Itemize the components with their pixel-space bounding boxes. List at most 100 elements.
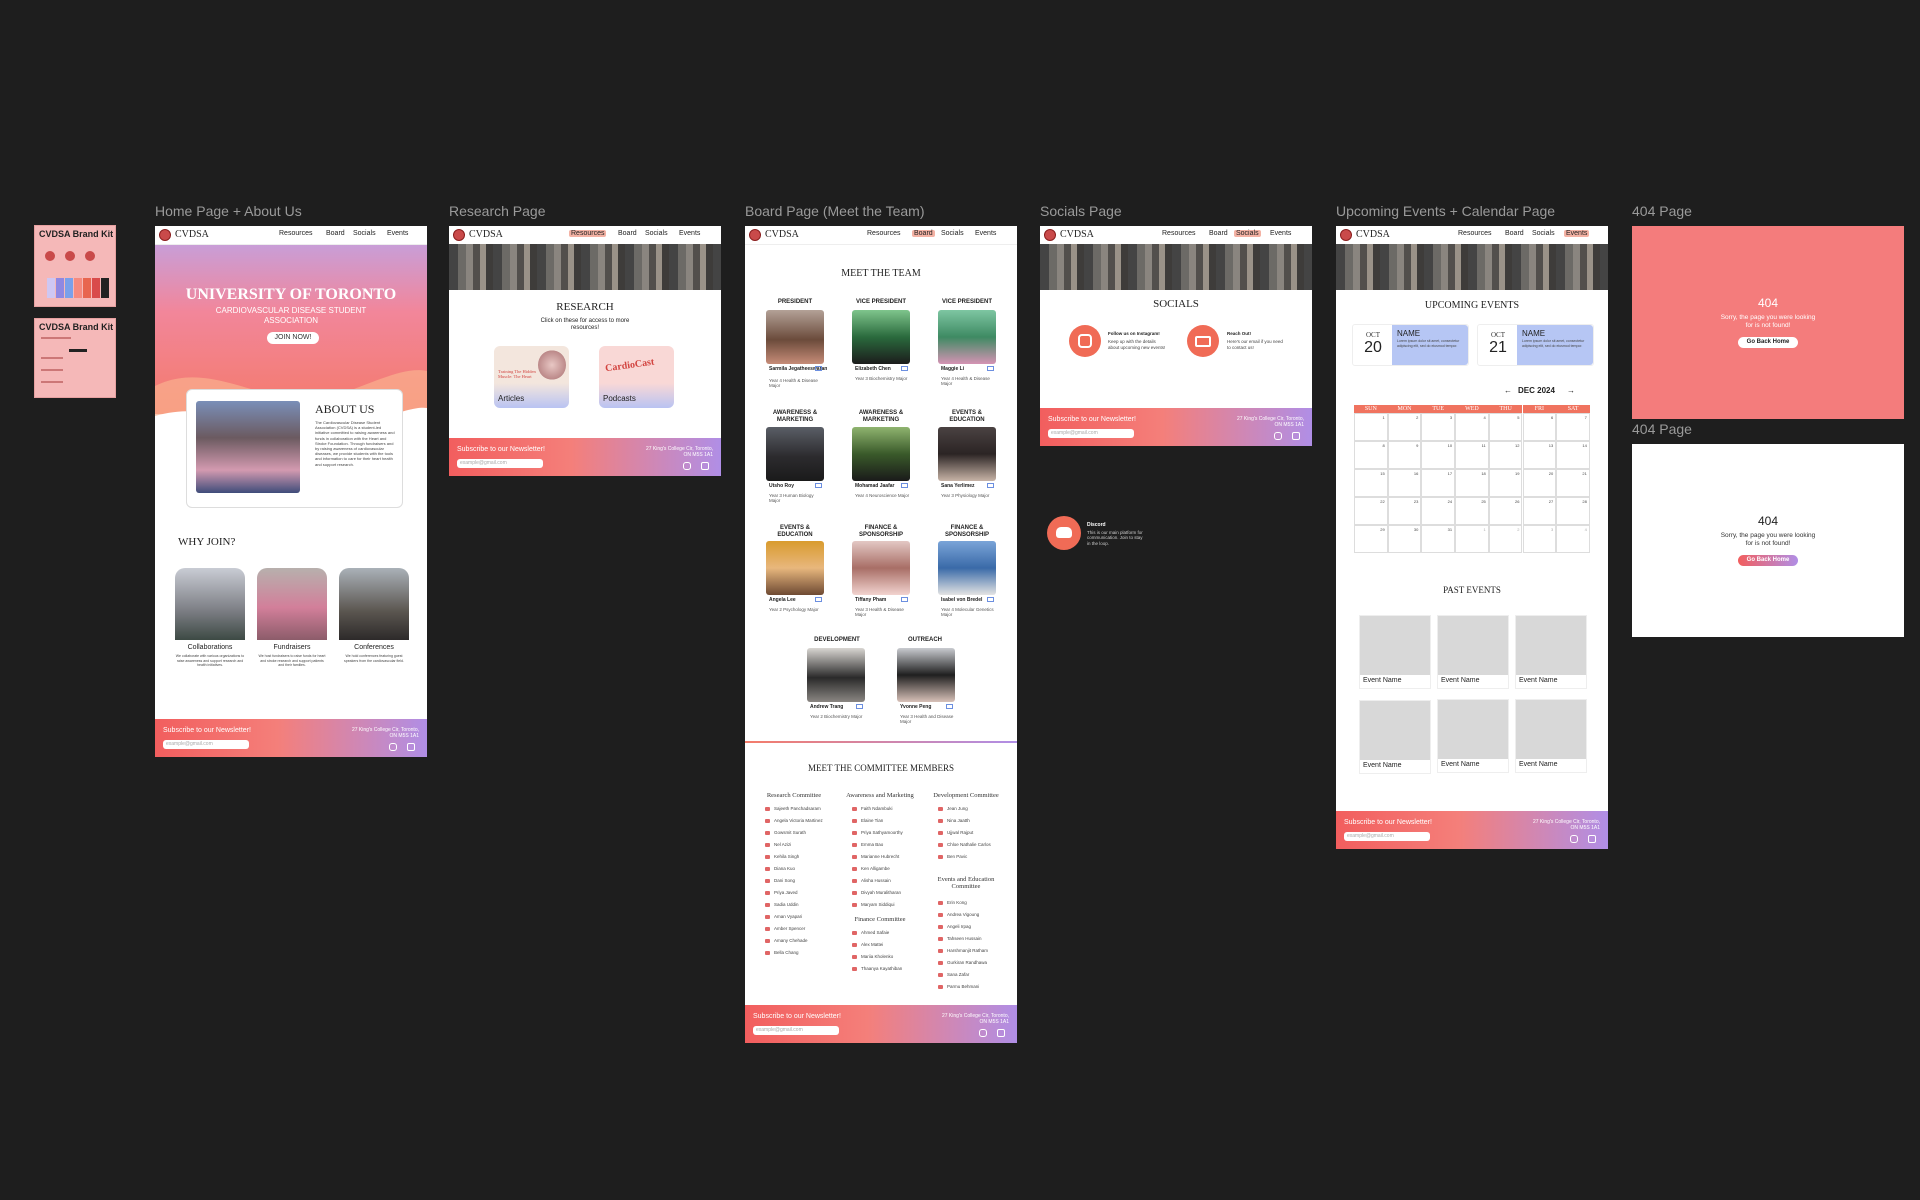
404-page-frame[interactable]: 404 Sorry, the page you were looking for… bbox=[1632, 444, 1904, 637]
calendar-day-cell[interactable]: 16 bbox=[1387, 469, 1422, 497]
upcoming-event-card[interactable]: OCT 21 NAME Lorem ipsum dolor sit amet, … bbox=[1477, 324, 1594, 366]
mail-icon[interactable] bbox=[815, 597, 822, 602]
instagram-icon[interactable] bbox=[683, 462, 691, 470]
past-event-card[interactable]: Event Name bbox=[1359, 615, 1431, 689]
calendar-day-cell[interactable]: 23 bbox=[1387, 497, 1422, 525]
mail-icon[interactable] bbox=[407, 743, 415, 751]
mail-icon[interactable] bbox=[901, 483, 908, 488]
nav-events[interactable]: Events bbox=[973, 230, 998, 237]
nav-events[interactable]: Events bbox=[385, 230, 410, 237]
discord-icon[interactable] bbox=[1047, 516, 1081, 550]
nav-socials[interactable]: Socials bbox=[1530, 230, 1557, 237]
nav-resources[interactable]: Resources bbox=[865, 230, 902, 237]
frame-label-board[interactable]: Board Page (Meet the Team) bbox=[745, 203, 925, 219]
calendar-day-cell[interactable]: 26 bbox=[1488, 497, 1523, 525]
calendar-day-cell[interactable]: 22 bbox=[1354, 497, 1388, 525]
brand-name[interactable]: CVDSA bbox=[1356, 229, 1390, 240]
calendar-day-cell[interactable]: 10 bbox=[1421, 441, 1456, 469]
past-event-card[interactable]: Event Name bbox=[1515, 699, 1587, 773]
brand-name[interactable]: CVDSA bbox=[469, 229, 503, 240]
join-button[interactable]: JOIN NOW! bbox=[267, 332, 319, 344]
mail-icon[interactable] bbox=[901, 597, 908, 602]
go-home-button[interactable]: Go Back Home bbox=[1738, 555, 1798, 566]
past-event-card[interactable]: Event Name bbox=[1515, 615, 1587, 689]
calendar-day-cell[interactable]: 8 bbox=[1354, 441, 1388, 469]
socials-page-frame[interactable]: CVDSA Resources Board Socials Events SOC… bbox=[1040, 226, 1312, 446]
logo-icon[interactable] bbox=[453, 229, 465, 241]
instagram-icon[interactable] bbox=[389, 743, 397, 751]
mail-icon[interactable] bbox=[1588, 835, 1596, 843]
calendar-day-cell[interactable]: 9 bbox=[1387, 441, 1422, 469]
calendar-day-cell[interactable]: 14 bbox=[1556, 441, 1590, 469]
past-event-card[interactable]: Event Name bbox=[1437, 699, 1509, 773]
calendar-day-cell[interactable]: 31 bbox=[1421, 525, 1456, 553]
logo-icon[interactable] bbox=[1044, 229, 1056, 241]
nav-socials[interactable]: Socials bbox=[1234, 230, 1261, 237]
calendar-next-button[interactable]: → bbox=[1567, 386, 1575, 395]
go-home-button[interactable]: Go Back Home bbox=[1738, 337, 1798, 348]
calendar-day-cell[interactable]: 30 bbox=[1387, 525, 1422, 553]
newsletter-input[interactable]: example@gmail.com bbox=[753, 1026, 839, 1035]
mail-icon[interactable] bbox=[987, 483, 994, 488]
instagram-icon[interactable] bbox=[1570, 835, 1578, 843]
home-page-frame[interactable]: CVDSA Resources Board Socials Events UNI… bbox=[155, 226, 427, 757]
nav-socials[interactable]: Socials bbox=[351, 230, 378, 237]
frame-label-socials[interactable]: Socials Page bbox=[1040, 203, 1122, 219]
mail-icon[interactable] bbox=[901, 366, 908, 371]
frame-label-404[interactable]: 404 Page bbox=[1632, 421, 1692, 437]
mail-icon[interactable] bbox=[856, 704, 863, 709]
calendar-day-cell[interactable]: 4 bbox=[1455, 413, 1489, 441]
calendar-day-cell[interactable]: 29 bbox=[1354, 525, 1388, 553]
calendar-day-cell[interactable]: 15 bbox=[1354, 469, 1388, 497]
frame-label-events[interactable]: Upcoming Events + Calendar Page bbox=[1336, 203, 1555, 219]
calendar-day-cell[interactable]: 7 bbox=[1556, 413, 1590, 441]
events-page-frame[interactable]: CVDSA Resources Board Socials Events UPC… bbox=[1336, 226, 1608, 849]
calendar-day-cell[interactable]: 5 bbox=[1488, 413, 1523, 441]
mail-icon[interactable] bbox=[987, 366, 994, 371]
calendar-prev-button[interactable]: ← bbox=[1504, 386, 1512, 395]
calendar-day-cell[interactable]: 28 bbox=[1556, 497, 1590, 525]
calendar-day-cell[interactable]: 21 bbox=[1556, 469, 1590, 497]
mail-icon[interactable] bbox=[987, 597, 994, 602]
articles-card[interactable]: Training The Hidden Muscle: The Heart Ar… bbox=[494, 346, 569, 408]
mail-icon[interactable] bbox=[1187, 325, 1219, 357]
brand-kit-thumbnail[interactable]: CVDSA Brand Kit bbox=[34, 318, 116, 398]
newsletter-input[interactable]: example@gmail.com bbox=[457, 459, 543, 468]
calendar-day-cell[interactable]: 25 bbox=[1455, 497, 1489, 525]
instagram-icon[interactable] bbox=[979, 1029, 987, 1037]
404-page-frame[interactable]: 404 Sorry, the page you were looking for… bbox=[1632, 226, 1904, 419]
calendar-day-cell[interactable]: 1 bbox=[1455, 525, 1489, 553]
nav-resources[interactable]: Resources bbox=[1456, 230, 1493, 237]
calendar-day-cell[interactable]: 18 bbox=[1455, 469, 1489, 497]
calendar-day-cell[interactable]: 20 bbox=[1522, 469, 1557, 497]
mail-icon[interactable] bbox=[1292, 432, 1300, 440]
logo-icon[interactable] bbox=[159, 229, 171, 241]
nav-events[interactable]: Events bbox=[677, 230, 702, 237]
calendar-day-cell[interactable]: 13 bbox=[1522, 441, 1557, 469]
calendar-day-cell[interactable]: 12 bbox=[1488, 441, 1523, 469]
calendar-day-cell[interactable]: 2 bbox=[1387, 413, 1422, 441]
calendar-day-cell[interactable]: 4 bbox=[1556, 525, 1590, 553]
logo-icon[interactable] bbox=[1340, 229, 1352, 241]
brand-name[interactable]: CVDSA bbox=[175, 229, 209, 240]
nav-socials[interactable]: Socials bbox=[643, 230, 670, 237]
frame-label-home[interactable]: Home Page + About Us bbox=[155, 203, 302, 219]
instagram-icon[interactable] bbox=[1069, 325, 1101, 357]
calendar-day-cell[interactable]: 11 bbox=[1455, 441, 1489, 469]
nav-board[interactable]: Board bbox=[616, 230, 639, 237]
newsletter-input[interactable]: example@gmail.com bbox=[163, 740, 249, 749]
calendar-day-cell[interactable]: 6 bbox=[1522, 413, 1557, 441]
calendar-day-cell[interactable]: 1 bbox=[1354, 413, 1388, 441]
mail-icon[interactable] bbox=[815, 366, 822, 371]
calendar-day-cell[interactable]: 24 bbox=[1421, 497, 1456, 525]
logo-icon[interactable] bbox=[749, 229, 761, 241]
nav-socials[interactable]: Socials bbox=[939, 230, 966, 237]
nav-board[interactable]: Board bbox=[324, 230, 347, 237]
calendar-day-cell[interactable]: 3 bbox=[1522, 525, 1557, 553]
brand-name[interactable]: CVDSA bbox=[1060, 229, 1094, 240]
brand-name[interactable]: CVDSA bbox=[765, 229, 799, 240]
nav-board[interactable]: Board bbox=[1207, 230, 1230, 237]
nav-resources[interactable]: Resources bbox=[1160, 230, 1197, 237]
calendar-day-cell[interactable]: 17 bbox=[1421, 469, 1456, 497]
brand-kit-thumbnail[interactable]: CVDSA Brand Kit bbox=[34, 225, 116, 307]
